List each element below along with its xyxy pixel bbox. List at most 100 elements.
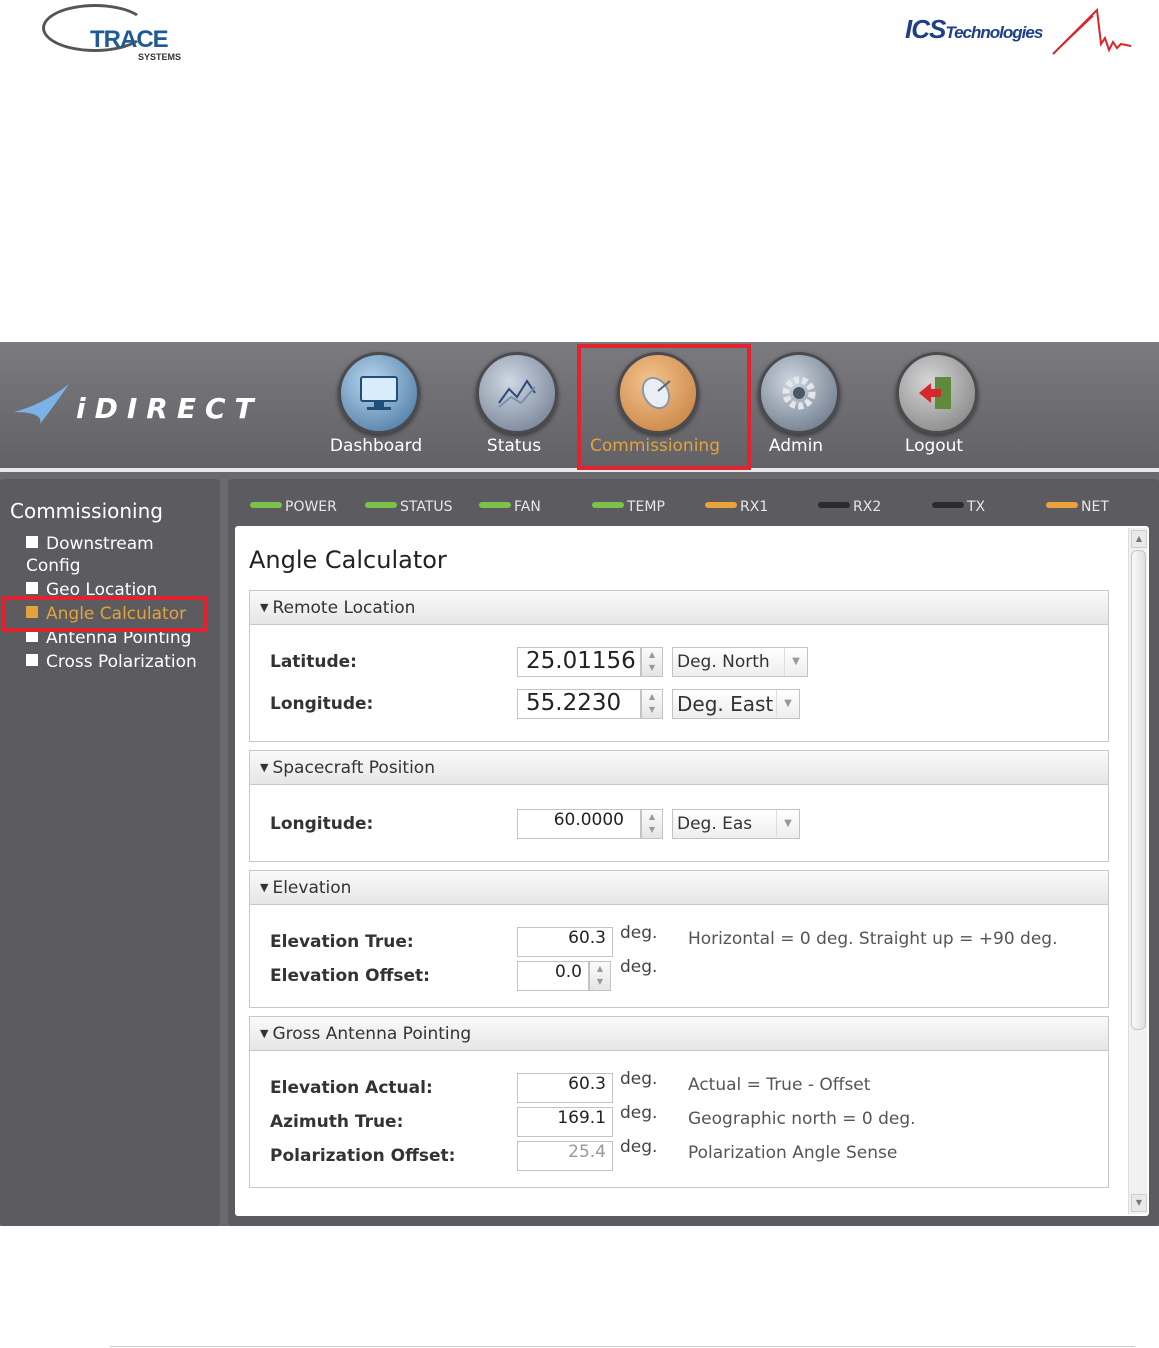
- monitor-icon: [338, 352, 420, 434]
- checkbox-icon: [26, 536, 38, 548]
- top-navigation-bar: iDIRECT Dashboard Status Commissioning A: [0, 342, 1159, 472]
- gear-icon: [758, 352, 840, 434]
- spacecraft-longitude-spinner[interactable]: ▲ ▼: [641, 809, 663, 839]
- scrollbar-thumb[interactable]: [1131, 550, 1146, 1030]
- main-panel: POWER STATUS FAN TEMP RX1 RX2 TX NET Ang…: [228, 479, 1159, 1226]
- caret-down-icon: ▼: [260, 761, 269, 774]
- polarization-offset-unit: deg.: [620, 1137, 658, 1157]
- trace-systems-logo: TRACE SYSTEMS: [38, 4, 198, 64]
- latitude-unit-select[interactable]: Deg. North ▼: [672, 647, 808, 677]
- elevation-offset-row: Elevation Offset: 0.0 ▲ ▼ deg.: [250, 957, 1108, 991]
- azimuth-true-field: 169.1: [517, 1107, 613, 1137]
- caret-down-icon: ▼: [260, 1027, 269, 1040]
- status-led-net: NET: [1046, 499, 1109, 515]
- spacecraft-longitude-row: Longitude: 60.0000 ▲ ▼ Deg. Eas ▼: [250, 809, 1108, 839]
- chart-icon: [476, 352, 558, 434]
- azimuth-true-hint: Geographic north = 0 deg.: [688, 1109, 916, 1129]
- gross-antenna-pointing-section: ▼ Gross Antenna Pointing Elevation Actual…: [249, 1016, 1109, 1188]
- chevron-down-icon: ▼: [784, 648, 807, 676]
- sidebar-item-downstream-config[interactable]: Downstream Config: [26, 533, 196, 577]
- polarization-offset-hint: Polarization Angle Sense: [688, 1143, 898, 1163]
- longitude-spinner[interactable]: ▲ ▼: [641, 689, 663, 719]
- elevation-true-label: Elevation True:: [270, 932, 414, 952]
- status-led-fan: FAN: [479, 499, 541, 515]
- azimuth-true-row: Azimuth True: 169.1 deg. Geographic nort…: [250, 1103, 1108, 1137]
- led-indicator: [250, 502, 282, 508]
- latitude-spinner[interactable]: ▲ ▼: [641, 647, 663, 677]
- nav-status[interactable]: Status: [464, 352, 564, 462]
- idirect-logo: iDIRECT: [14, 382, 264, 430]
- idirect-wordmark: iDIRECT: [76, 392, 263, 425]
- elevation-header[interactable]: ▼ Elevation: [250, 871, 1108, 905]
- chevron-down-icon: ▼: [776, 810, 799, 838]
- ics-technologies-logo: ICSTechnologies: [905, 8, 1135, 58]
- nav-logout-label: Logout: [904, 436, 964, 456]
- checkbox-icon: [26, 654, 38, 666]
- azimuth-true-unit: deg.: [620, 1103, 658, 1123]
- nav-admin[interactable]: Admin: [746, 352, 846, 462]
- logout-icon: [896, 352, 978, 434]
- commissioning-highlight-box: [577, 344, 751, 470]
- latitude-label: Latitude:: [270, 652, 357, 672]
- elevation-actual-unit: deg.: [620, 1069, 658, 1089]
- checkbox-icon: [26, 582, 38, 594]
- elevation-offset-unit: deg.: [620, 957, 658, 977]
- sidebar-item-label: Cross Polarization: [46, 652, 197, 672]
- nav-dashboard[interactable]: Dashboard: [326, 352, 426, 462]
- longitude-row: Longitude: 55.2230 ▲ ▼ Deg. East ▼: [250, 689, 1108, 719]
- status-led-rx1: RX1: [705, 499, 768, 515]
- sidebar-item-cross-polarization[interactable]: Cross Polarization: [26, 651, 197, 673]
- latitude-input[interactable]: 25.01156: [517, 647, 641, 677]
- status-led-rx2: RX2: [818, 499, 881, 515]
- elevation-offset-spinner[interactable]: ▲ ▼: [589, 961, 611, 991]
- elevation-true-unit: deg.: [620, 923, 658, 943]
- scroll-down-icon[interactable]: ▼: [1131, 1194, 1147, 1212]
- elevation-offset-input[interactable]: 0.0: [517, 961, 589, 991]
- sidebar-title: Commissioning: [10, 499, 163, 523]
- remote-location-section: ▼ Remote Location Latitude: 25.01156 ▲ ▼ D…: [249, 590, 1109, 742]
- elevation-section: ▼ Elevation Elevation True: 60.3 deg. Hor…: [249, 870, 1109, 1008]
- status-led-temp: TEMP: [592, 499, 665, 515]
- idirect-app: iDIRECT Dashboard Status Commissioning A: [0, 342, 1159, 1226]
- azimuth-true-label: Azimuth True:: [270, 1112, 404, 1132]
- elevation-offset-label: Elevation Offset:: [270, 966, 430, 986]
- status-led-tx: TX: [932, 499, 985, 515]
- status-led-power: POWER: [250, 499, 337, 515]
- longitude-label: Longitude:: [270, 694, 374, 714]
- longitude-input[interactable]: 55.2230: [517, 689, 641, 719]
- nav-logout[interactable]: Logout: [884, 352, 984, 462]
- elevation-true-field: 60.3: [517, 927, 613, 957]
- spacecraft-position-header[interactable]: ▼ Spacecraft Position: [250, 751, 1108, 785]
- idirect-swoosh-icon: [14, 384, 69, 424]
- sidebar-item-label: Downstream Config: [26, 534, 154, 576]
- led-indicator: [932, 502, 964, 508]
- scroll-up-icon[interactable]: ▲: [1131, 530, 1147, 548]
- elevation-actual-row: Elevation Actual: 60.3 deg. Actual = Tru…: [250, 1069, 1108, 1103]
- spacecraft-position-section: ▼ Spacecraft Position Longitude: 60.0000 …: [249, 750, 1109, 862]
- remote-location-header[interactable]: ▼ Remote Location: [250, 591, 1108, 625]
- elevation-actual-field: 60.3: [517, 1073, 613, 1103]
- vertical-scrollbar[interactable]: ▲ ▼: [1128, 528, 1147, 1214]
- spacecraft-longitude-unit-select[interactable]: Deg. Eas ▼: [672, 809, 800, 839]
- spacecraft-longitude-input[interactable]: 60.0000: [517, 809, 641, 839]
- sidebar: Commissioning Downstream Config Geo Loca…: [0, 479, 220, 1226]
- angle-calculator-content: Angle Calculator ▼ Remote Location Latitu…: [235, 526, 1149, 1216]
- gross-antenna-pointing-header[interactable]: ▼ Gross Antenna Pointing: [250, 1017, 1108, 1051]
- led-indicator: [479, 502, 511, 508]
- elevation-hint: Horizontal = 0 deg. Straight up = +90 de…: [688, 929, 1058, 949]
- footer-divider: [110, 1346, 1135, 1347]
- page-title: Angle Calculator: [249, 546, 447, 574]
- led-indicator: [818, 502, 850, 508]
- elevation-actual-label: Elevation Actual:: [270, 1078, 433, 1098]
- spacecraft-longitude-label: Longitude:: [270, 814, 374, 834]
- ics-logo-word: ICSTechnologies: [905, 14, 1043, 44]
- polarization-offset-row: Polarization Offset: 25.4 deg. Polarizat…: [250, 1137, 1108, 1171]
- status-led-status: STATUS: [365, 499, 453, 515]
- nav-dashboard-label: Dashboard: [329, 436, 423, 456]
- polarization-offset-label: Polarization Offset:: [270, 1146, 456, 1166]
- elevation-actual-hint: Actual = True - Offset: [688, 1075, 871, 1095]
- chevron-down-icon: ▼: [776, 690, 799, 718]
- led-indicator: [365, 502, 397, 508]
- polarization-offset-field: 25.4: [517, 1141, 613, 1171]
- longitude-unit-select[interactable]: Deg. East ▼: [672, 689, 800, 719]
